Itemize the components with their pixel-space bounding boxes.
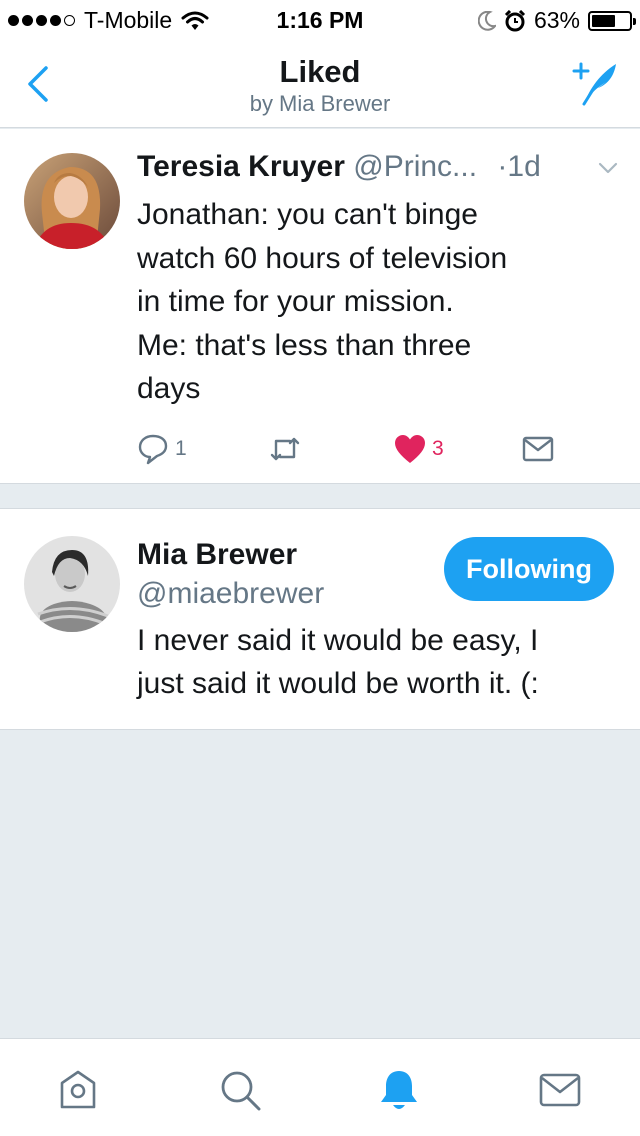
- page-subtitle: by Mia Brewer: [249, 91, 391, 116]
- tweet-text-line: in time for your mission.: [137, 285, 454, 318]
- tweet-author-name[interactable]: Teresia Kruyer: [137, 150, 345, 183]
- home-icon[interactable]: [55, 1067, 101, 1113]
- user-bio: I never said it would be easy, I just sa…: [137, 619, 539, 705]
- reply-icon: [138, 434, 168, 465]
- alarm-icon: [504, 9, 526, 31]
- tweet-text: Jonathan: you can't binge watch 60 hours…: [137, 193, 617, 411]
- tweet-text-line: watch 60 hours of television: [137, 241, 508, 275]
- avatar[interactable]: [24, 153, 120, 249]
- user-name[interactable]: Mia Brewer: [137, 537, 297, 573]
- battery-percent: 63%: [533, 7, 580, 33]
- search-icon[interactable]: [217, 1067, 263, 1113]
- tweet-separator: ·: [497, 150, 508, 183]
- chevron-down-icon[interactable]: [598, 161, 618, 175]
- heart-icon: [395, 435, 425, 463]
- tweet-timestamp: 1d: [507, 150, 541, 183]
- retweet-button[interactable]: [268, 433, 302, 465]
- reply-count: 1: [175, 437, 187, 460]
- avatar[interactable]: [24, 536, 120, 632]
- tweet-text-line: Me: that's less than three: [137, 328, 472, 362]
- tweet-header: Teresia Kruyer @Princ... ·1d: [137, 149, 541, 185]
- moon-icon: [477, 10, 496, 31]
- reply-button[interactable]: 1: [137, 433, 187, 465]
- tweet-author-handle[interactable]: @Princ...: [353, 150, 477, 183]
- tweet-card[interactable]: Teresia Kruyer @Princ... ·1d Jonathan: y…: [0, 129, 640, 484]
- status-right: 63%: [477, 7, 636, 34]
- following-button[interactable]: Following: [444, 537, 614, 601]
- nav-titles: Liked by Mia Brewer: [0, 54, 640, 118]
- user-bio-line: just said it would be worth it. (:: [137, 667, 539, 700]
- battery-icon: [588, 10, 636, 31]
- bell-icon[interactable]: [376, 1067, 422, 1113]
- user-bio-line: I never said it would be easy, I: [137, 624, 539, 657]
- envelope-icon: [522, 436, 554, 462]
- page-title: Liked: [279, 54, 361, 89]
- tweet-text-line: days: [137, 372, 201, 405]
- user-handle[interactable]: @miaebrewer: [137, 576, 324, 612]
- retweet-icon: [270, 437, 300, 461]
- envelope-icon[interactable]: [537, 1067, 583, 1113]
- compose-tweet-icon[interactable]: [568, 58, 622, 112]
- direct-message-button[interactable]: [522, 433, 554, 465]
- like-count: 3: [432, 437, 444, 460]
- user-card[interactable]: Mia Brewer @miaebrewer Following I never…: [0, 508, 640, 730]
- nav-bar: Liked by Mia Brewer: [0, 40, 640, 128]
- status-bar: T-Mobile 1:16 PM 63%: [0, 0, 640, 40]
- tab-bar: [0, 1038, 640, 1136]
- like-button[interactable]: 3: [394, 433, 444, 465]
- tweet-text-line: Jonathan: you can't binge: [137, 198, 478, 231]
